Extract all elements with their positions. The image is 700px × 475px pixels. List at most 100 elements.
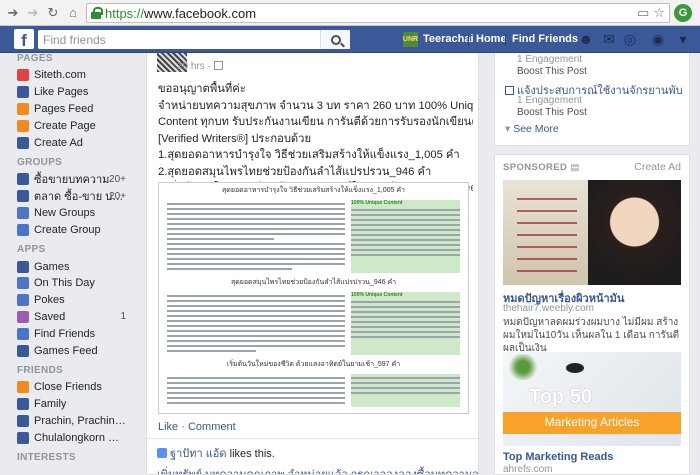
search-button[interactable]	[320, 30, 350, 49]
sidebar-item[interactable]: Chulalongkorn Uni...	[0, 429, 138, 446]
sponsored-info-icon[interactable]: ▤	[570, 162, 579, 173]
post-text-content: [Verified Writers®] ประกอบด้วย	[158, 132, 312, 145]
create-ad-link[interactable]: Create Ad	[634, 161, 681, 173]
sponsored-heading: SPONSORED ▤	[503, 162, 580, 173]
sidebar-item[interactable]: Pokes	[0, 292, 138, 309]
likes-suffix: likes this.	[229, 448, 275, 460]
sidebar-item[interactable]: Prachin, Prachin B...	[0, 413, 138, 430]
interests-heading: INTERESTS	[17, 452, 76, 464]
see-more-link[interactable]: ▾ See More	[505, 123, 559, 135]
ad-domain-marketing[interactable]: ahrefs.com	[503, 464, 552, 475]
boost-post-link-2[interactable]: Boost This Post	[517, 107, 587, 118]
friend-requests-icon[interactable]: ☻	[578, 31, 594, 47]
page-icon[interactable]: ▭	[637, 5, 649, 21]
sidebar-item-label: Saved	[34, 310, 66, 323]
left-sidebar: PAGES Siteth.com Like Pages Pages Feed Crea…	[0, 53, 138, 475]
forward-arrow-icon[interactable]: ➔	[24, 4, 42, 22]
profile-link[interactable]: Teerachai	[423, 33, 474, 45]
post-text-line: [Verified Writers®] ประกอบด้วย	[158, 131, 473, 148]
ad-title-marketing[interactable]: Top Marketing Reads	[503, 451, 613, 463]
doc-heading-1: สุดยอดอาหารบำรุงใจ วิธีช่วยเสริมสร้างให้…	[222, 187, 405, 194]
engagement-count-1: 1 Engagement	[517, 54, 583, 65]
home-link[interactable]: Home	[476, 33, 507, 45]
sidebar-item[interactable]: Games Feed	[0, 342, 138, 359]
account-menu-icon[interactable]: ▾	[675, 31, 691, 47]
extension-icon[interactable]: G	[674, 4, 692, 22]
sidebar-item-icon	[17, 327, 29, 340]
back-arrow-icon[interactable]: ➔	[4, 4, 22, 22]
home-icon[interactable]: ⌂	[64, 4, 82, 22]
engagement-count-2: 1 Engagement	[517, 95, 583, 106]
user-avatar[interactable]: UNR	[403, 32, 418, 47]
bookmark-star-icon[interactable]: ☆	[653, 5, 665, 21]
post-text-line: 2.สุดยอดสมุนไพรไทยช่วยป้องกันลำไส้แปรปรว…	[158, 164, 473, 181]
search-input[interactable]	[38, 31, 318, 48]
audience-icon	[213, 61, 223, 70]
sidebar-item-icon	[17, 260, 29, 273]
sidebar-item-label: On This Day	[34, 277, 95, 290]
sidebar-item[interactable]: Like Pages	[0, 84, 138, 101]
likers-names[interactable]: ฐาปัทา แอ้ด	[170, 448, 227, 460]
sidebar-item-icon	[17, 344, 29, 357]
comment-link[interactable]: Comment	[188, 421, 236, 433]
post-attachment-image[interactable]: สุดยอดอาหารบำรุงใจ วิธีช่วยเสริมสร้างให้…	[158, 182, 469, 414]
messages-icon[interactable]: ✉	[601, 31, 617, 47]
sidebar-item[interactable]: Create Ad	[0, 134, 138, 151]
post-text-line: 1.สุดยอดอาหารบำรุงใจ วิธีช่วยเสริมสร้างใ…	[158, 147, 473, 164]
sidebar-item-count: 20+	[109, 190, 126, 202]
sidebar-item[interactable]: ตลาด ซื้อ-ขาย บทค... 20+	[0, 188, 138, 205]
post-body: ขออนุญาตพื้นที่ค่ะจำหน่ายบทความสุขภาพ จำ…	[158, 81, 473, 197]
sidebar-item[interactable]: Family	[0, 396, 138, 413]
sidebar-item[interactable]: Saved 1	[0, 309, 138, 326]
ad-banner-text: Marketing Articles	[544, 415, 640, 429]
sidebar-item[interactable]: Create Group	[0, 221, 138, 238]
ad-image-hair[interactable]	[503, 180, 681, 285]
doc-heading-2: สุดยอดสมุนไพรไทยช่วยป้องกันลำไส้แปรปรวน_…	[230, 279, 397, 286]
sidebar-item[interactable]: ซื้อขายบทความ 20+	[0, 171, 138, 188]
next-post-preview[interactable]: เพิ่มทรัพย์ บทความคุณภาพ จำหน่ายแล้ว กรุ…	[157, 465, 478, 474]
ad-description-hair: หมดปัญหาลดผมร่วงผมบาง ไม่มีผม สร้างผมใหม…	[503, 317, 680, 354]
post-text-content: จำหน่ายบทความสุขภาพ จำนวน 3 บท ราคา 260 …	[158, 99, 473, 112]
sidebar-item[interactable]: Create Page	[0, 117, 138, 134]
post-timestamp[interactable]: 20 hrs ·	[177, 61, 223, 72]
facebook-logo[interactable]: f	[14, 29, 34, 49]
post-text-line: ขออนุญาตพื้นที่ค่ะ	[158, 81, 473, 98]
find-friends-link[interactable]: Find Friends	[512, 33, 578, 45]
sidebar-item-icon	[17, 414, 29, 427]
sidebar-item-label: New Groups	[34, 206, 96, 219]
notifications-globe-icon[interactable]: ◎	[622, 31, 638, 47]
address-bar[interactable]: https:// www.facebook.com ▭ ☆	[86, 3, 670, 23]
post-actions: Like · Comment	[158, 421, 236, 433]
sidebar-item-label: Create Group	[34, 223, 101, 236]
ad-domain-hair[interactable]: thehair7.weebly.com	[503, 303, 594, 314]
reload-icon[interactable]: ↻	[44, 4, 62, 22]
sidebar-item[interactable]: Close Friends	[0, 379, 138, 396]
sidebar-item[interactable]: Find Friends	[0, 325, 138, 342]
url-host: www.facebook.com	[144, 5, 257, 21]
sidebar-item-label: Games	[34, 260, 70, 273]
sidebar-item[interactable]: On This Day	[0, 275, 138, 292]
facebook-header: f UNR Teerachai Home Find Friends ☻ ✉ ◎ …	[0, 26, 700, 53]
sidebar-item[interactable]: Siteth.com	[0, 67, 138, 84]
apps-heading: APPS	[17, 244, 46, 256]
sidebar-item-icon	[17, 206, 29, 219]
sidebar-item[interactable]: Games	[0, 258, 138, 275]
doc-unique-badge-1: 100% Unique Content	[351, 200, 403, 206]
sidebar-item-icon	[17, 102, 29, 115]
sidebar-item-count: 1	[120, 311, 126, 323]
sidebar-item[interactable]: New Groups	[0, 205, 138, 222]
nav-divider	[468, 34, 469, 46]
sidebar-item[interactable]: Pages Feed	[0, 101, 138, 118]
post-text-content: ขออนุญาตพื้นที่ค่ะ	[158, 83, 246, 95]
coffee-cup-decor	[563, 360, 587, 376]
sidebar-item-icon	[17, 294, 29, 307]
sidebar-item-label: Close Friends	[34, 381, 102, 394]
sidebar-item-label: Like Pages	[34, 86, 89, 99]
like-link[interactable]: Like	[158, 421, 178, 433]
privacy-lock-icon[interactable]: ◉	[650, 31, 666, 47]
sidebar-item-label: Create Ad	[34, 136, 83, 149]
sidebar-item-icon	[17, 223, 29, 236]
ad-image-marketing[interactable]: Top 50 Marketing Articles	[503, 352, 681, 446]
boost-post-link-1[interactable]: Boost This Post	[517, 66, 587, 77]
see-more-text: See More	[513, 123, 559, 135]
